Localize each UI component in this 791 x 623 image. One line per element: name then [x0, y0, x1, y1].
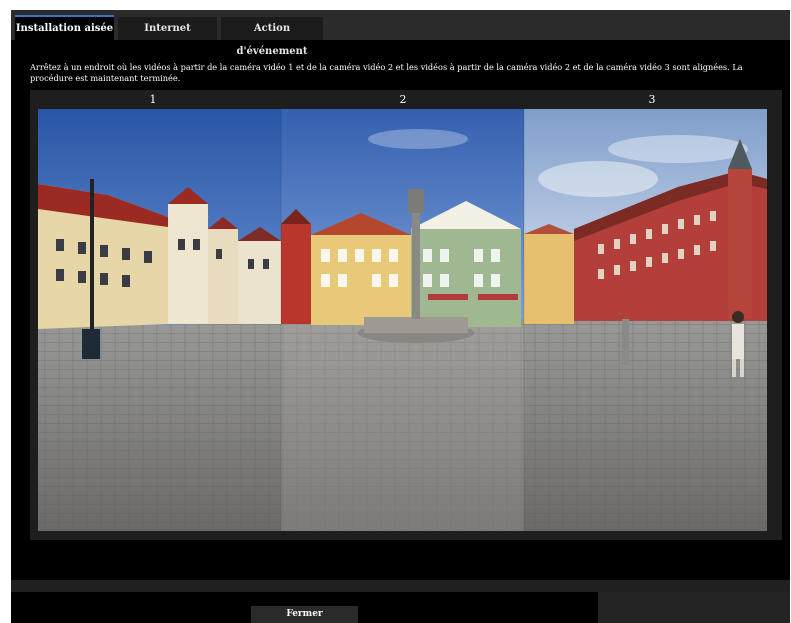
- tab-internet[interactable]: Internet: [118, 17, 217, 40]
- instructions-text: Arrêtez à un endroit où les vidéos à par…: [30, 62, 743, 83]
- close-button[interactable]: Fermer: [251, 606, 358, 623]
- panorama-view[interactable]: [38, 109, 767, 531]
- camera-label-2: 2: [399, 93, 407, 106]
- camera-label-3: 3: [648, 93, 656, 106]
- tab-event-action[interactable]: Action d'événement: [221, 17, 323, 57]
- tab-bar: Installation aisée Internet Action d'évé…: [11, 10, 790, 57]
- app-window: Installation aisée Internet Action d'évé…: [11, 10, 790, 623]
- camera-label-1: 1: [149, 93, 157, 106]
- camera-alignment-panel: 1 2 3: [30, 90, 782, 540]
- panorama-image: [38, 109, 767, 531]
- tab-easy-setup[interactable]: Installation aisée: [15, 15, 114, 42]
- footer-side-panel: [598, 592, 790, 623]
- footer-band: [11, 580, 790, 592]
